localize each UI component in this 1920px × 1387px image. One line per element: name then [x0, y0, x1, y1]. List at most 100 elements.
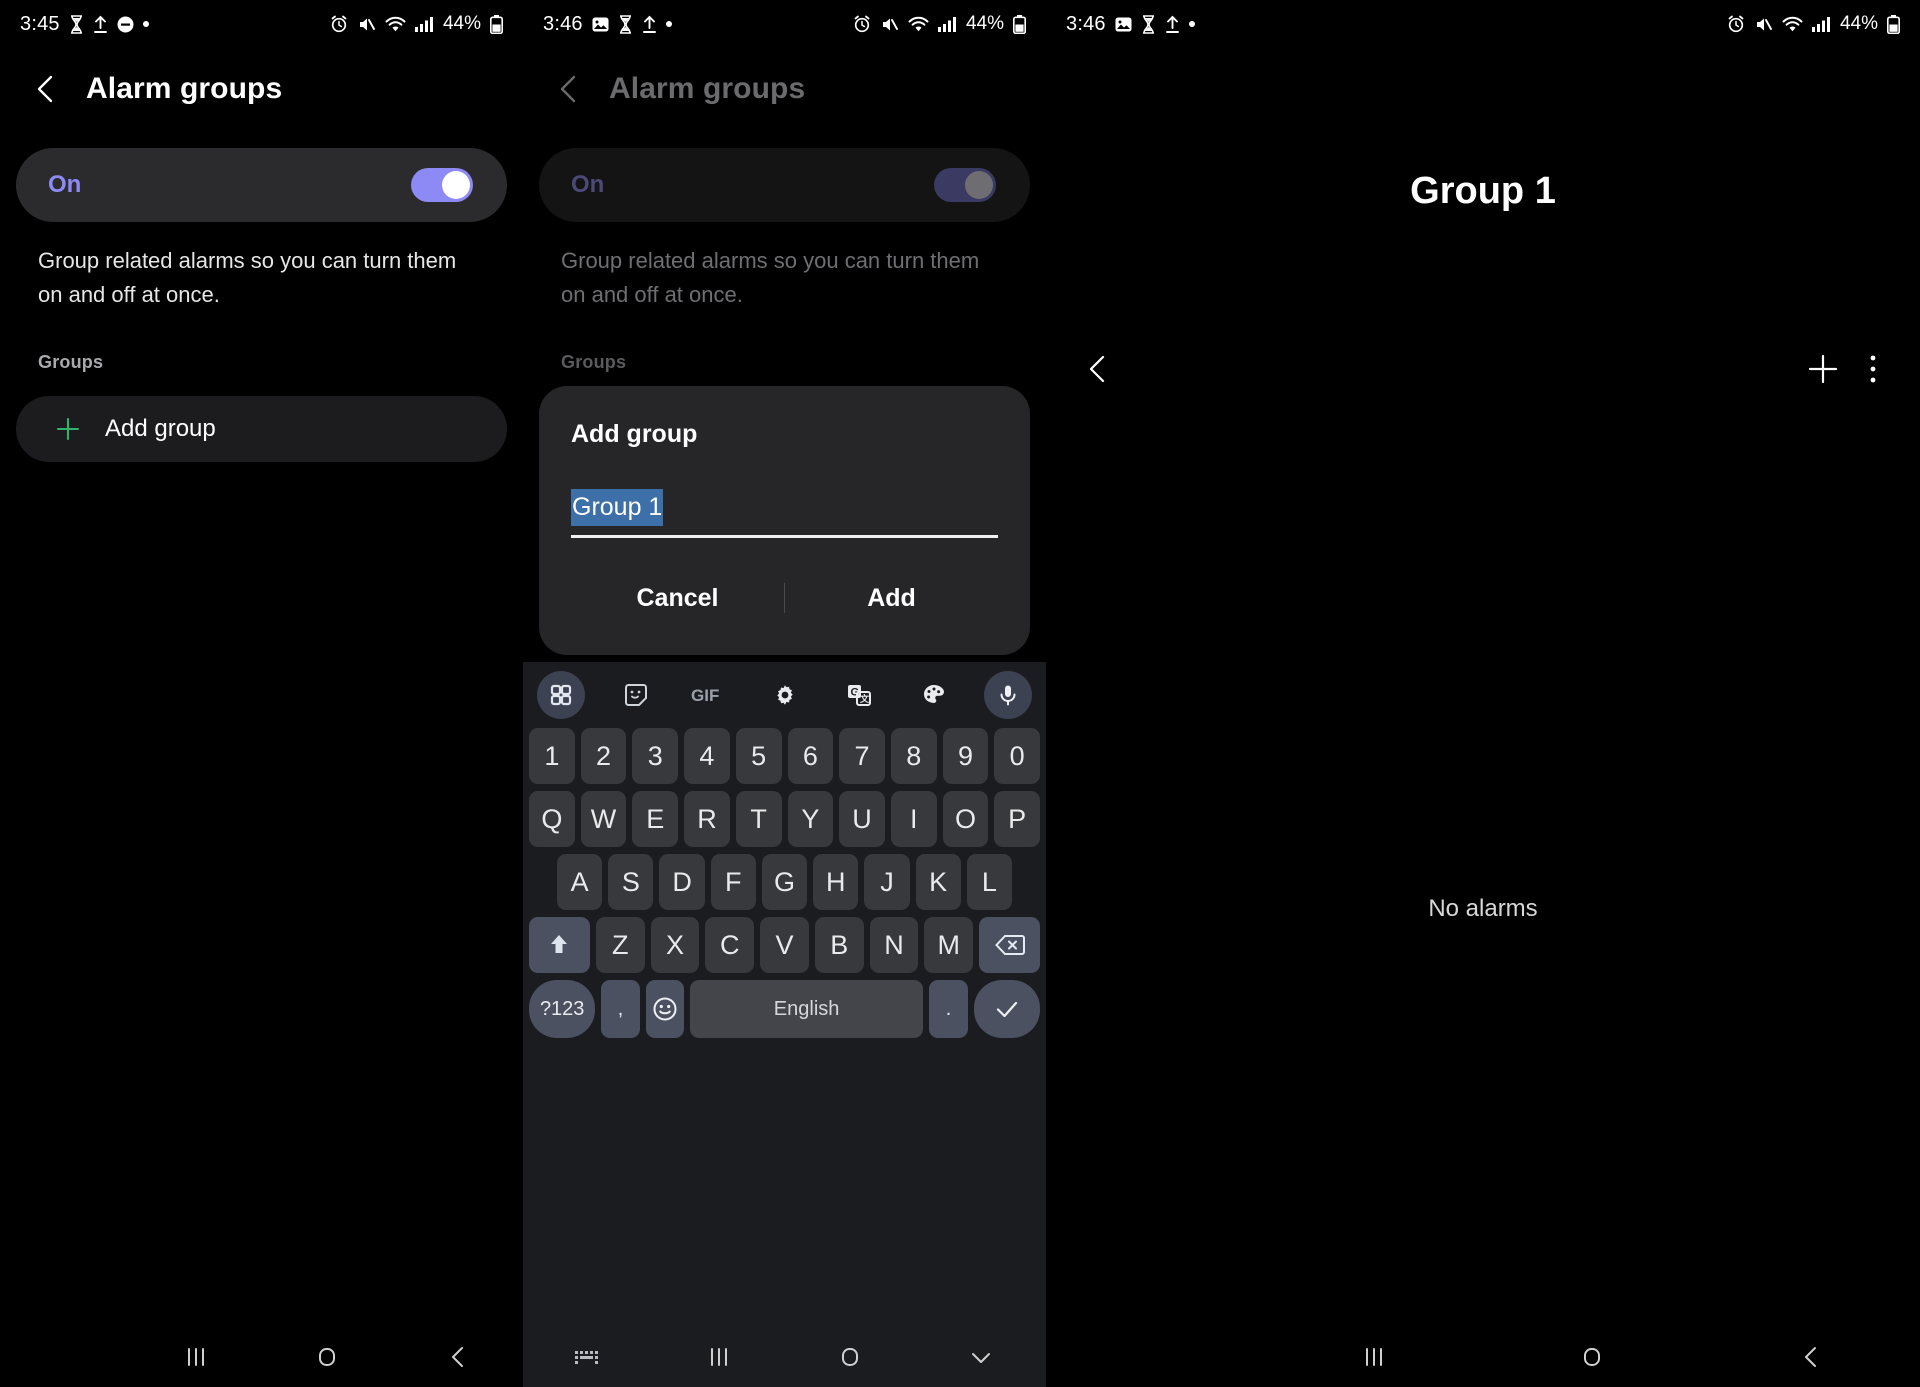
chevron-left-icon[interactable] — [553, 72, 587, 106]
alarm-groups-toggle-card[interactable]: On — [16, 148, 507, 222]
recents-button[interactable] — [131, 1342, 262, 1372]
description-text: Group related alarms so you can turn the… — [561, 248, 980, 308]
alarm-groups-switch[interactable] — [934, 168, 996, 202]
key-l[interactable]: L — [966, 854, 1012, 910]
comma-key[interactable]: , — [601, 980, 640, 1038]
key-g[interactable]: G — [761, 854, 808, 910]
sticker-button[interactable] — [612, 671, 660, 719]
gif-button[interactable]: GIF — [686, 671, 734, 719]
key-y[interactable]: Y — [787, 791, 834, 847]
key-6[interactable]: 6 — [787, 728, 834, 784]
voice-input-button[interactable] — [984, 671, 1032, 719]
upload-icon — [1165, 15, 1180, 34]
recents-button[interactable] — [1265, 1342, 1484, 1372]
translate-button[interactable]: G文 — [835, 671, 883, 719]
wifi-icon — [908, 16, 929, 33]
on-screen-keyboard: GIF G文 1 2 3 4 5 6 7 8 9 0 Q W E R T Y U… — [523, 662, 1046, 1387]
key-1[interactable]: 1 — [528, 728, 575, 784]
key-3[interactable]: 3 — [632, 728, 679, 784]
empty-state-label: No alarms — [1428, 895, 1538, 922]
key-w[interactable]: W — [580, 791, 627, 847]
key-x[interactable]: X — [650, 917, 700, 973]
key-4[interactable]: 4 — [684, 728, 730, 784]
key-b[interactable]: B — [814, 917, 864, 973]
key-0[interactable]: 0 — [994, 728, 1041, 784]
cancel-button[interactable]: Cancel — [571, 574, 784, 623]
backspace-key[interactable] — [979, 917, 1040, 973]
dismiss-keyboard-button[interactable] — [915, 1342, 1046, 1372]
symbols-key[interactable]: ?123 — [529, 980, 596, 1038]
key-t[interactable]: T — [735, 791, 782, 847]
back-button[interactable] — [392, 1342, 523, 1372]
home-button[interactable] — [262, 1342, 393, 1372]
hourglass-icon — [618, 14, 633, 34]
dot-icon — [142, 21, 149, 27]
theme-button[interactable] — [910, 671, 958, 719]
key-f[interactable]: F — [710, 854, 756, 910]
microphone-icon — [996, 683, 1020, 707]
upload-icon — [93, 15, 108, 34]
key-u[interactable]: U — [839, 791, 885, 847]
page-title: Alarm groups — [609, 72, 806, 105]
add-button[interactable]: Add — [785, 574, 998, 623]
key-9[interactable]: 9 — [942, 728, 989, 784]
keyboard-modes-button[interactable] — [537, 671, 585, 719]
shift-key[interactable] — [529, 917, 590, 973]
shift-up-icon — [546, 932, 572, 958]
back-button[interactable] — [1702, 1342, 1920, 1372]
key-a[interactable]: A — [557, 854, 603, 910]
recents-button[interactable] — [654, 1342, 785, 1372]
alarm-groups-toggle-card[interactable]: On — [539, 148, 1030, 222]
dot-icon — [665, 21, 672, 27]
key-j[interactable]: J — [864, 854, 910, 910]
keyboard-settings-button[interactable] — [761, 671, 809, 719]
enter-key[interactable] — [973, 980, 1040, 1038]
alarm-icon — [1727, 15, 1745, 33]
key-s[interactable]: S — [608, 854, 654, 910]
key-e[interactable]: E — [632, 791, 679, 847]
key-r[interactable]: R — [684, 791, 730, 847]
key-k[interactable]: K — [915, 854, 961, 910]
add-alarm-button[interactable] — [1806, 352, 1840, 386]
battery-icon — [1013, 14, 1026, 34]
switch-knob — [965, 171, 993, 199]
recents-icon — [1359, 1342, 1389, 1372]
overflow-menu-button[interactable] — [1868, 352, 1878, 386]
key-q[interactable]: Q — [528, 791, 575, 847]
key-h[interactable]: H — [813, 854, 859, 910]
key-m[interactable]: M — [924, 917, 974, 973]
screenshot-stage: 3:45 44% Alarm groups On Group related a… — [0, 0, 1920, 1387]
key-n[interactable]: N — [869, 917, 919, 973]
key-2[interactable]: 2 — [580, 728, 627, 784]
keyboard-modes-icon — [549, 683, 573, 707]
alarm-groups-switch[interactable] — [411, 168, 473, 202]
key-7[interactable]: 7 — [839, 728, 885, 784]
hide-keyboard-button[interactable] — [523, 1346, 654, 1368]
key-i[interactable]: I — [890, 791, 937, 847]
key-8[interactable]: 8 — [890, 728, 937, 784]
period-key[interactable]: . — [929, 980, 968, 1038]
groups-section-label: Groups — [561, 352, 627, 372]
key-o[interactable]: O — [942, 791, 989, 847]
home-button[interactable] — [785, 1342, 916, 1372]
key-d[interactable]: D — [659, 854, 705, 910]
space-key[interactable]: English — [689, 980, 924, 1038]
phone-screenshot-1: 3:45 44% Alarm groups On Group related a… — [0, 0, 523, 1387]
recents-icon — [181, 1342, 211, 1372]
key-p[interactable]: P — [994, 791, 1041, 847]
key-5[interactable]: 5 — [735, 728, 782, 784]
home-button[interactable] — [1483, 1342, 1702, 1372]
key-z[interactable]: Z — [595, 917, 645, 973]
keyboard-hide-icon — [573, 1346, 603, 1368]
group-name-input-value[interactable]: Group 1 — [571, 489, 664, 526]
image-icon — [1115, 16, 1132, 33]
group-back-button[interactable] — [1082, 352, 1116, 386]
battery-percent: 44% — [1839, 13, 1878, 34]
home-icon — [835, 1342, 865, 1372]
emoji-key[interactable] — [645, 980, 684, 1038]
key-c[interactable]: C — [705, 917, 755, 973]
group-name-field[interactable]: Group 1 — [571, 489, 998, 538]
key-v[interactable]: V — [760, 917, 809, 973]
chevron-left-icon[interactable] — [30, 72, 64, 106]
add-group-button[interactable]: Add group — [16, 396, 507, 462]
